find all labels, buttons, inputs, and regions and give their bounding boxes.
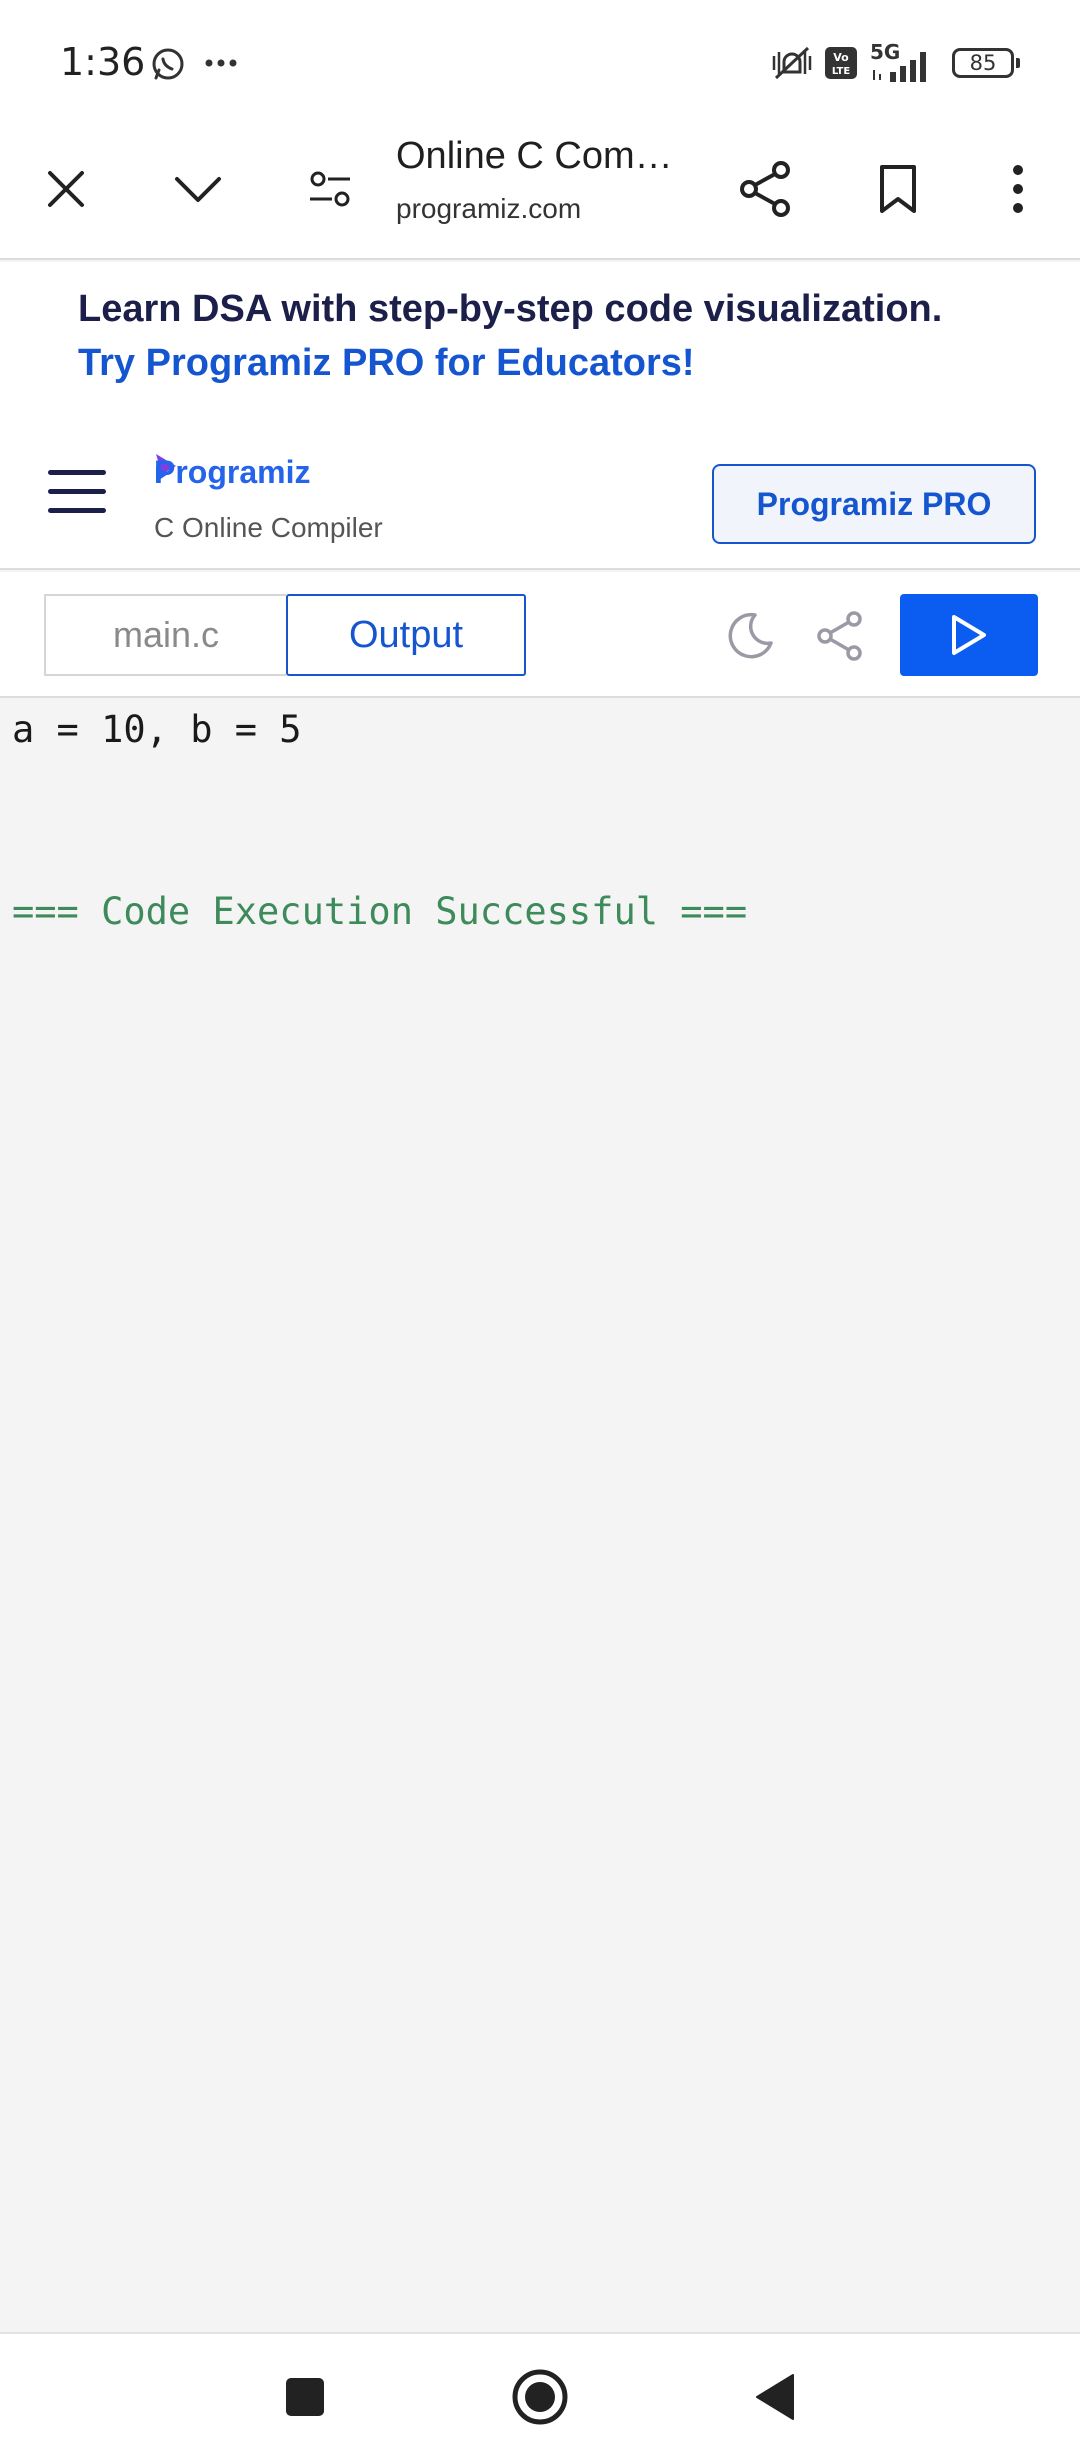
mute-vibrate-icon [772, 46, 812, 80]
share-icon [817, 611, 862, 661]
banner-headline: Learn DSA with step-by-step code visuali… [78, 288, 943, 330]
page-url[interactable]: programiz.com [396, 193, 581, 225]
share-button[interactable] [730, 153, 802, 225]
close-icon [48, 171, 84, 207]
back-triangle-icon [756, 2374, 794, 2420]
promo-banner[interactable]: Learn DSA with step-by-step code visuali… [0, 262, 1080, 422]
moon-icon [728, 612, 773, 659]
editor-tab-bar: main.c Output [0, 572, 1080, 698]
share-icon [740, 161, 790, 217]
chevron-down-icon [175, 177, 221, 202]
run-button[interactable] [900, 594, 1038, 676]
svg-text:Vo: Vo [833, 51, 849, 64]
square-icon [286, 2378, 324, 2416]
bookmark-button[interactable] [862, 153, 934, 225]
signal-strength-icon [873, 52, 926, 82]
status-time: 1:36 [60, 40, 146, 84]
tab-main-c[interactable]: main.c [44, 594, 286, 676]
status-bar: 1:36 Vo LTE 5G 85 [0, 0, 1080, 125]
recents-button[interactable] [270, 2362, 340, 2432]
page-title: Online C Com… [396, 135, 673, 177]
compiler-subtitle: C Online Compiler [154, 512, 383, 543]
site-header: Programiz C Online Compiler Programiz PR… [0, 422, 1080, 570]
output-panel[interactable]: a = 10, b = 5 === Code Execution Success… [0, 700, 1080, 2332]
svg-text:LTE: LTE [832, 66, 851, 77]
tune-icon [310, 171, 350, 207]
volte-icon: Vo LTE [825, 47, 857, 79]
more-vertical-icon [1013, 165, 1023, 213]
execution-status: === Code Execution Successful === [12, 890, 748, 933]
share-code-button[interactable] [812, 608, 868, 664]
banner-cta-link[interactable]: Try Programiz PRO for Educators! [78, 342, 695, 385]
battery-indicator: 85 [952, 48, 1020, 78]
programiz-logo[interactable]: Programiz [154, 454, 310, 491]
minimize-tab-button[interactable] [162, 153, 234, 225]
more-notifications-icon [205, 59, 237, 67]
bookmark-icon [880, 165, 916, 213]
dark-mode-toggle[interactable] [722, 608, 778, 664]
back-button[interactable] [740, 2362, 810, 2432]
home-circle-icon [512, 2369, 568, 2425]
close-tab-button[interactable] [30, 153, 102, 225]
programiz-pro-button[interactable]: Programiz PRO [712, 464, 1036, 544]
output-line: a = 10, b = 5 [12, 708, 302, 751]
site-settings-button[interactable] [294, 153, 366, 225]
menu-button[interactable] [48, 470, 106, 514]
system-nav-bar [0, 2332, 1080, 2460]
home-button[interactable] [505, 2362, 575, 2432]
whatsapp-icon [152, 48, 184, 80]
play-icon [952, 615, 986, 655]
more-options-button[interactable] [982, 153, 1054, 225]
browser-toolbar: Online C Com… programiz.com [0, 125, 1080, 260]
tab-output[interactable]: Output [286, 594, 526, 676]
